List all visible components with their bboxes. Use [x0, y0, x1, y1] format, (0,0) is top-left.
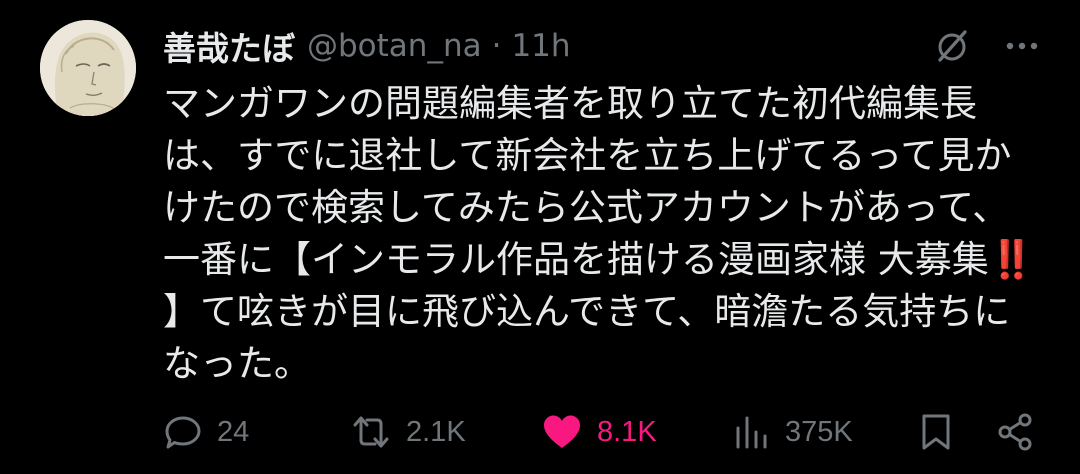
- tweet-text-line: マンガワンの問題編集者を取り立てた初代編集長: [163, 82, 977, 125]
- views-icon: [736, 416, 767, 449]
- bookmark-button[interactable]: [918, 404, 954, 460]
- author-display-name[interactable]: 善哉たぼ: [163, 22, 295, 70]
- action-bar: 24 2.1K 8.1K 375K: [0, 404, 1080, 460]
- tweet-header: 善哉たぼ @botan_na · 11h: [163, 24, 571, 68]
- tweet-card[interactable]: 善哉たぼ @botan_na · 11h マンガワンの問題編集者を取り立てた初代…: [0, 0, 1080, 474]
- repost-count: 2.1K: [406, 415, 466, 448]
- tweet-text-line: なった。: [163, 342, 311, 385]
- header-actions: [932, 26, 1042, 66]
- author-handle[interactable]: @botan_na: [307, 28, 482, 64]
- separator-dot: ·: [491, 28, 502, 64]
- tweet-text-line: 】て呟きが目に飛び込んできて、暗澹たる気持ちに: [163, 290, 1011, 333]
- share-button[interactable]: [995, 404, 1035, 460]
- views-button[interactable]: 375K: [733, 404, 853, 460]
- reply-button[interactable]: 24: [163, 404, 249, 460]
- tweet-text-line: は、すでに退社して新会社を立ち上げてるって見か: [163, 134, 1012, 177]
- like-button[interactable]: 8.1K: [541, 404, 657, 460]
- heart-icon: [544, 415, 580, 448]
- grok-icon[interactable]: [932, 26, 972, 66]
- more-icon[interactable]: [1002, 26, 1042, 66]
- tweet-text-line: 一番に【インモラル作品を描ける漫画家様 大募集‼️: [163, 238, 1035, 281]
- reply-icon: [165, 416, 201, 449]
- share-icon: [998, 413, 1032, 451]
- repost-button[interactable]: 2.1K: [350, 404, 466, 460]
- repost-icon: [353, 416, 389, 448]
- tweet-text-line: けたので検索してみたら公式アカウントがあって、: [163, 186, 1010, 229]
- tweet-timestamp[interactable]: 11h: [511, 28, 570, 64]
- like-count: 8.1K: [597, 415, 657, 448]
- tweet-text: マンガワンの問題編集者を取り立てた初代編集長 は、すでに退社して新会社を立ち上げ…: [163, 78, 1043, 390]
- reply-count: 24: [217, 415, 250, 448]
- bookmark-icon: [922, 414, 950, 450]
- views-count: 375K: [785, 415, 853, 448]
- avatar[interactable]: [40, 20, 136, 116]
